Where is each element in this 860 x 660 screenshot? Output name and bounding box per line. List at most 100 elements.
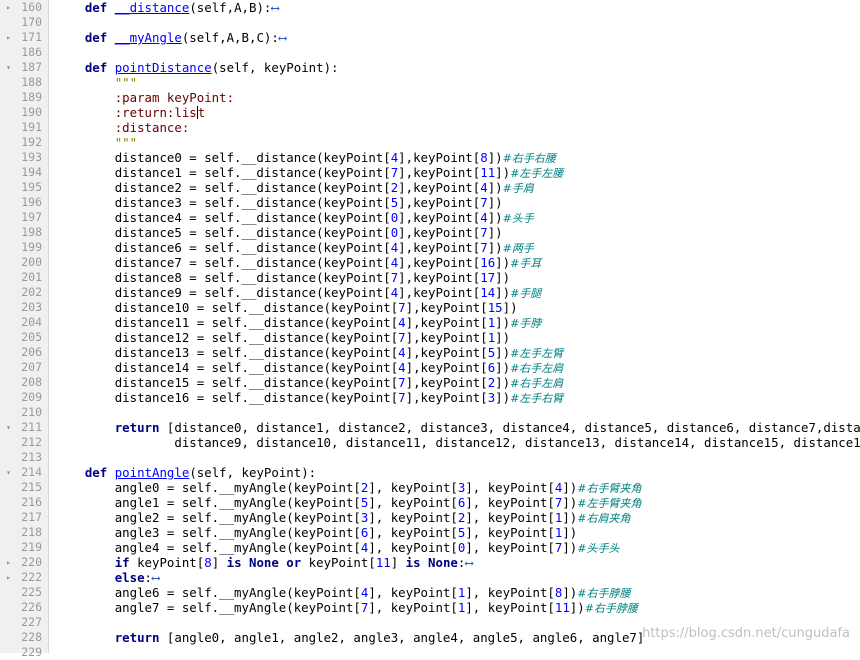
- folded-code-icon[interactable]: ⟷: [152, 570, 159, 585]
- code-token: ],keyPoint[: [405, 375, 488, 390]
- code-token: distance1 = self.__distance(keyPoint[: [114, 165, 391, 180]
- code-line[interactable]: 189 :param keyPoint:: [0, 90, 860, 105]
- line-number: 203: [21, 300, 42, 314]
- code-line[interactable]: ▸ 222 else:⟷: [0, 570, 860, 585]
- number-literal: 4: [398, 315, 406, 330]
- code-line[interactable]: ▸ 171 def __myAngle(self,A,B,C):⟷: [0, 30, 860, 45]
- line-number: 206: [21, 345, 42, 359]
- line-text: distance3 = self.__distance(keyPoint[5],…: [55, 195, 503, 210]
- code-token: ]): [562, 540, 578, 555]
- folded-code-icon[interactable]: ⟷: [271, 0, 278, 15]
- code-line[interactable]: 190 :return:list: [0, 105, 860, 120]
- code-line[interactable]: 197 distance4 = self.__distance(keyPoint…: [0, 210, 860, 225]
- code-line[interactable]: 198 distance5 = self.__distance(keyPoint…: [0, 225, 860, 240]
- keyword: def: [84, 0, 108, 15]
- line-number: 211: [21, 420, 42, 434]
- code-line[interactable]: 208 distance15 = self.__distance(keyPoin…: [0, 375, 860, 390]
- code-line[interactable]: 219 angle4 = self.__myAngle(keyPoint[4],…: [0, 540, 860, 555]
- code-line[interactable]: ▾ 211 return [distance0, distance1, dista…: [0, 420, 860, 435]
- code-line[interactable]: 225 angle6 = self.__myAngle(keyPoint[4],…: [0, 585, 860, 600]
- code-token: distance0 = self.__distance(keyPoint[: [114, 150, 391, 165]
- code-line[interactable]: 213: [0, 450, 860, 465]
- comment: #头手: [502, 212, 534, 225]
- code-token: distance9 = self.__distance(keyPoint[: [114, 285, 391, 300]
- code-line[interactable]: 217 angle2 = self.__myAngle(keyPoint[3],…: [0, 510, 860, 525]
- code-editor[interactable]: ▸ 160 def __distance(self,A,B):⟷ 170 ▸ 171 d…: [0, 0, 860, 660]
- code-line[interactable]: 209 distance16 = self.__distance(keyPoin…: [0, 390, 860, 405]
- code-token: distance10 = self.__distance(keyPoint[: [114, 300, 399, 315]
- line-number: 199: [21, 240, 42, 254]
- code-line[interactable]: ▾ 214 def pointAngle(self, keyPoint):: [0, 465, 860, 480]
- code-token: ]): [487, 210, 503, 225]
- code-line[interactable]: 199 distance6 = self.__distance(keyPoint…: [0, 240, 860, 255]
- code-token: ],keyPoint[: [398, 165, 481, 180]
- comment: #手腿: [510, 287, 542, 300]
- line-text: else:⟷: [55, 570, 160, 585]
- folded-code-icon[interactable]: ⟷: [465, 555, 472, 570]
- code-line[interactable]: 170: [0, 15, 860, 30]
- code-line[interactable]: 207 distance14 = self.__distance(keyPoin…: [0, 360, 860, 375]
- number-literal: 7: [480, 240, 488, 255]
- function-name: pointDistance: [114, 60, 212, 75]
- code-line[interactable]: 203 distance10 = self.__distance(keyPoin…: [0, 300, 860, 315]
- number-literal: 17: [480, 270, 496, 285]
- code-line[interactable]: 210: [0, 405, 860, 420]
- comment: #右手左肩: [510, 362, 564, 375]
- code-token: ]): [495, 255, 511, 270]
- code-line[interactable]: 191 :distance:: [0, 120, 860, 135]
- number-literal: 11: [480, 165, 496, 180]
- code-token: ], keyPoint[: [465, 495, 555, 510]
- comment: #右肩夹角: [577, 512, 631, 525]
- code-line[interactable]: 216 angle1 = self.__myAngle(keyPoint[5],…: [0, 495, 860, 510]
- line-text: distance4 = self.__distance(keyPoint[0],…: [55, 210, 534, 226]
- code-line[interactable]: 201 distance8 = self.__distance(keyPoint…: [0, 270, 860, 285]
- line-text: distance0 = self.__distance(keyPoint[4],…: [55, 150, 556, 166]
- code-line[interactable]: 215 angle0 = self.__myAngle(keyPoint[2],…: [0, 480, 860, 495]
- line-number: 218: [21, 525, 42, 539]
- code-line[interactable]: 188 """: [0, 75, 860, 90]
- code-token: ], keyPoint[: [465, 540, 555, 555]
- code-token: ]): [495, 315, 511, 330]
- code-token: [angle0, angle1, angle2, angle3, angle4,…: [159, 630, 645, 645]
- line-number: 188: [21, 75, 42, 89]
- line-text: distance14 = self.__distance(keyPoint[4]…: [55, 360, 564, 376]
- code-token: distance11 = self.__distance(keyPoint[: [114, 315, 399, 330]
- code-line[interactable]: 193 distance0 = self.__distance(keyPoint…: [0, 150, 860, 165]
- code-line[interactable]: ▸ 160 def __distance(self,A,B):⟷: [0, 0, 860, 15]
- code-token: ]): [487, 150, 503, 165]
- code-token: ]: [211, 555, 227, 570]
- code-line[interactable]: 218 angle3 = self.__myAngle(keyPoint[6],…: [0, 525, 860, 540]
- code-line[interactable]: 196 distance3 = self.__distance(keyPoint…: [0, 195, 860, 210]
- code-line[interactable]: 200 distance7 = self.__distance(keyPoint…: [0, 255, 860, 270]
- code-line[interactable]: 192 """: [0, 135, 860, 150]
- code-line[interactable]: 212 distance9, distance10, distance11, d…: [0, 435, 860, 450]
- code-token: distance6 = self.__distance(keyPoint[: [114, 240, 391, 255]
- code-line[interactable]: 204 distance11 = self.__distance(keyPoin…: [0, 315, 860, 330]
- line-number: 193: [21, 150, 42, 164]
- watermark: https://blog.csdn.net/cungudafa: [642, 626, 850, 641]
- code-token: angle1 = self.__myAngle(keyPoint[: [114, 495, 361, 510]
- function-name: __myAngle: [114, 30, 182, 45]
- code-line[interactable]: 205 distance12 = self.__distance(keyPoin…: [0, 330, 860, 345]
- comment: #右手脖腰: [584, 602, 638, 615]
- folded-code-icon[interactable]: ⟷: [279, 30, 286, 45]
- code-token: distance5 = self.__distance(keyPoint[: [114, 225, 391, 240]
- code-line[interactable]: ▾ 187 def pointDistance(self, keyPoint):: [0, 60, 860, 75]
- comment: #头手头: [577, 542, 620, 555]
- code-line[interactable]: 186: [0, 45, 860, 60]
- code-line[interactable]: ▸ 220 if keyPoint[8] is None or keyPoint[…: [0, 555, 860, 570]
- docstring-quote: """: [114, 135, 138, 150]
- code-line[interactable]: 226 angle7 = self.__myAngle(keyPoint[7],…: [0, 600, 860, 615]
- code-line[interactable]: 195 distance2 = self.__distance(keyPoint…: [0, 180, 860, 195]
- code-line[interactable]: 194 distance1 = self.__distance(keyPoint…: [0, 165, 860, 180]
- code-line[interactable]: 202 distance9 = self.__distance(keyPoint…: [0, 285, 860, 300]
- code-token: distance4 = self.__distance(keyPoint[: [114, 210, 391, 225]
- code-line[interactable]: 206 distance13 = self.__distance(keyPoin…: [0, 345, 860, 360]
